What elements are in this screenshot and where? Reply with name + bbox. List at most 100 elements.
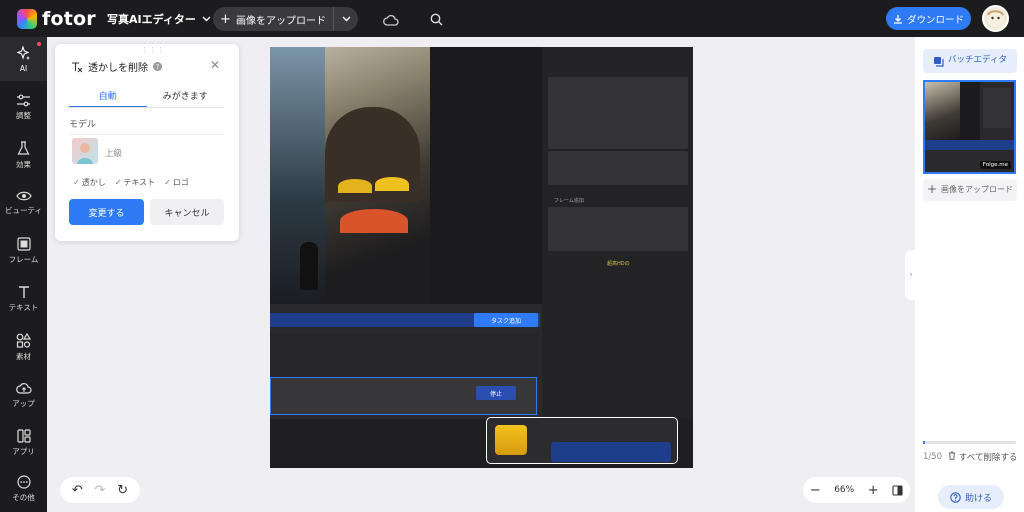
- image-count: 1/50: [923, 452, 943, 462]
- plus-icon: +: [926, 182, 938, 197]
- top-bar: fotor 写真AIエディター + 画像をアップロード ダウンロード: [0, 0, 1024, 37]
- nav-item-adjust[interactable]: 調整: [0, 85, 47, 129]
- delete-all-button[interactable]: すべて削除する: [948, 451, 1017, 463]
- upload-image-button[interactable]: + 画像をアップロード: [213, 7, 334, 31]
- batch-editor-button[interactable]: バッチエディタ: [923, 49, 1017, 73]
- delete-all-label: すべて削除する: [958, 453, 1018, 463]
- apply-button[interactable]: 変更する: [69, 199, 144, 225]
- chevron-down-icon: [342, 16, 350, 22]
- screenshot-right-column: フレーム追加 超高HDの: [542, 47, 693, 468]
- check-icon: ✓: [73, 178, 80, 187]
- text-icon: [18, 286, 29, 298]
- help-button[interactable]: 助ける: [938, 485, 1004, 509]
- umbrella-red: [340, 209, 408, 233]
- thumb-panel: [983, 88, 1011, 128]
- street-photo-region: [270, 47, 430, 304]
- timeline-area: [270, 333, 540, 378]
- nav-item-beauty[interactable]: ビューティ: [0, 181, 47, 225]
- mode-tabs: 自動 みがきます: [69, 89, 224, 107]
- plus-icon: +: [220, 11, 231, 27]
- help-icon[interactable]: ?: [153, 62, 162, 71]
- left-nav: AI 調整 効果 ビューティ フレーム テキスト 素材 アップ アプリ その他: [0, 37, 47, 512]
- check-watermark-label: 透かし: [81, 178, 106, 187]
- cancel-button[interactable]: キャンセル: [150, 199, 224, 225]
- close-icon[interactable]: ✕: [210, 58, 220, 72]
- editor-switch-dropdown[interactable]: 写真AIエディター: [107, 11, 211, 27]
- model-preview-image: [77, 143, 93, 164]
- shapes-icon: [16, 332, 31, 348]
- taxi-thumbnail: [495, 425, 527, 455]
- nav-label-elements: 素材: [16, 351, 31, 361]
- nav-item-ai[interactable]: AI: [0, 37, 47, 81]
- image-count-fill: [923, 441, 925, 444]
- download-button[interactable]: ダウンロード: [886, 7, 971, 30]
- right-panel: バッチエディタ Folge.me + 画像をアップロード 1/50 すべて削除す…: [915, 37, 1024, 512]
- logo-mark-icon: [17, 9, 37, 29]
- divider: [69, 134, 224, 135]
- check-logo: ✓ ロゴ: [164, 177, 189, 188]
- avatar[interactable]: [982, 5, 1009, 32]
- nav-item-effects[interactable]: 効果: [0, 133, 47, 177]
- watermark-removal-panel: ⋮⋮⋮ 透かしを削除 ? ✕ 自動 みがきます モデル 上級 ✓ 透かし ✓ テキス…: [55, 44, 239, 241]
- nav-item-upload[interactable]: アップ: [0, 373, 47, 417]
- help-label: 助ける: [964, 493, 992, 504]
- hd-label: 超高HDの: [607, 261, 630, 267]
- more-icon: [16, 475, 31, 489]
- image-canvas[interactable]: フレーム追加 超高HDの タスク追加 停止: [270, 47, 693, 468]
- flask-icon: [17, 140, 30, 155]
- zoom-out-icon[interactable]: −: [810, 483, 821, 498]
- history-controls: ↶ ↷ ↻: [60, 477, 140, 503]
- nav-item-frame[interactable]: フレーム: [0, 229, 47, 273]
- download-icon: [893, 14, 902, 24]
- thumb-bar: [925, 140, 1014, 150]
- check-icon: ✓: [114, 178, 122, 187]
- nav-item-text[interactable]: テキスト: [0, 277, 47, 321]
- layer-label: フレーム追加: [554, 198, 584, 204]
- nav-label-effects: 効果: [16, 159, 31, 169]
- umbrella-yellow: [338, 179, 372, 193]
- batch-editor-label: バッチエディタ: [948, 55, 1007, 66]
- check-icon: ✓: [164, 178, 171, 187]
- progress-pill: [551, 442, 671, 462]
- nav-item-elements[interactable]: 素材: [0, 325, 47, 369]
- preview-popup: [486, 417, 678, 464]
- trash-icon: [949, 451, 956, 460]
- nav-item-more[interactable]: その他: [0, 467, 47, 511]
- sliders-icon: [17, 94, 30, 106]
- upload-options-button[interactable]: [334, 16, 358, 22]
- model-thumbnail[interactable]: [72, 138, 98, 164]
- check-text-label: テキスト: [123, 178, 156, 187]
- tab-brush[interactable]: みがきます: [147, 89, 225, 107]
- drag-handle[interactable]: ⋮⋮⋮: [141, 46, 165, 54]
- image-thumbnail[interactable]: Folge.me: [923, 80, 1016, 174]
- sparkle-icon: [16, 45, 30, 60]
- nav-label-frame: フレーム: [8, 255, 39, 264]
- image-count-bar: [923, 441, 1016, 444]
- redo-icon[interactable]: ↷: [95, 483, 106, 498]
- nav-label-text: テキスト: [8, 303, 39, 312]
- umbrella-yellow: [375, 177, 409, 191]
- search-icon[interactable]: [430, 11, 443, 30]
- cloud-icon[interactable]: [383, 11, 399, 30]
- panel-title: 透かしを削除: [88, 63, 148, 74]
- stop-button: 停止: [476, 386, 516, 400]
- thumb-photo: [925, 82, 960, 140]
- panel-toggle-icon[interactable]: [892, 484, 903, 496]
- nav-label-adjust: 調整: [16, 110, 31, 120]
- model-name: 上級: [105, 149, 123, 159]
- apps-icon: [16, 429, 31, 443]
- nav-item-apps[interactable]: アプリ: [0, 421, 47, 465]
- tab-auto[interactable]: 自動: [69, 89, 147, 107]
- removal-targets: ✓ 透かし ✓ テキスト ✓ ロゴ: [73, 177, 189, 188]
- reset-icon[interactable]: ↻: [117, 483, 128, 498]
- zoom-in-icon[interactable]: +: [868, 483, 879, 498]
- cloud-upload-icon: [15, 382, 32, 394]
- eraser-text-icon: [72, 61, 83, 72]
- upload-more-label: 画像をアップロード: [941, 184, 1014, 194]
- zoom-level: 66%: [834, 485, 855, 495]
- upload-more-button[interactable]: + 画像をアップロード: [923, 179, 1017, 201]
- thumb-dark: [960, 82, 980, 140]
- undo-icon[interactable]: ↶: [72, 483, 83, 498]
- chevron-down-icon: [202, 16, 211, 22]
- fotor-logo[interactable]: fotor: [17, 8, 96, 30]
